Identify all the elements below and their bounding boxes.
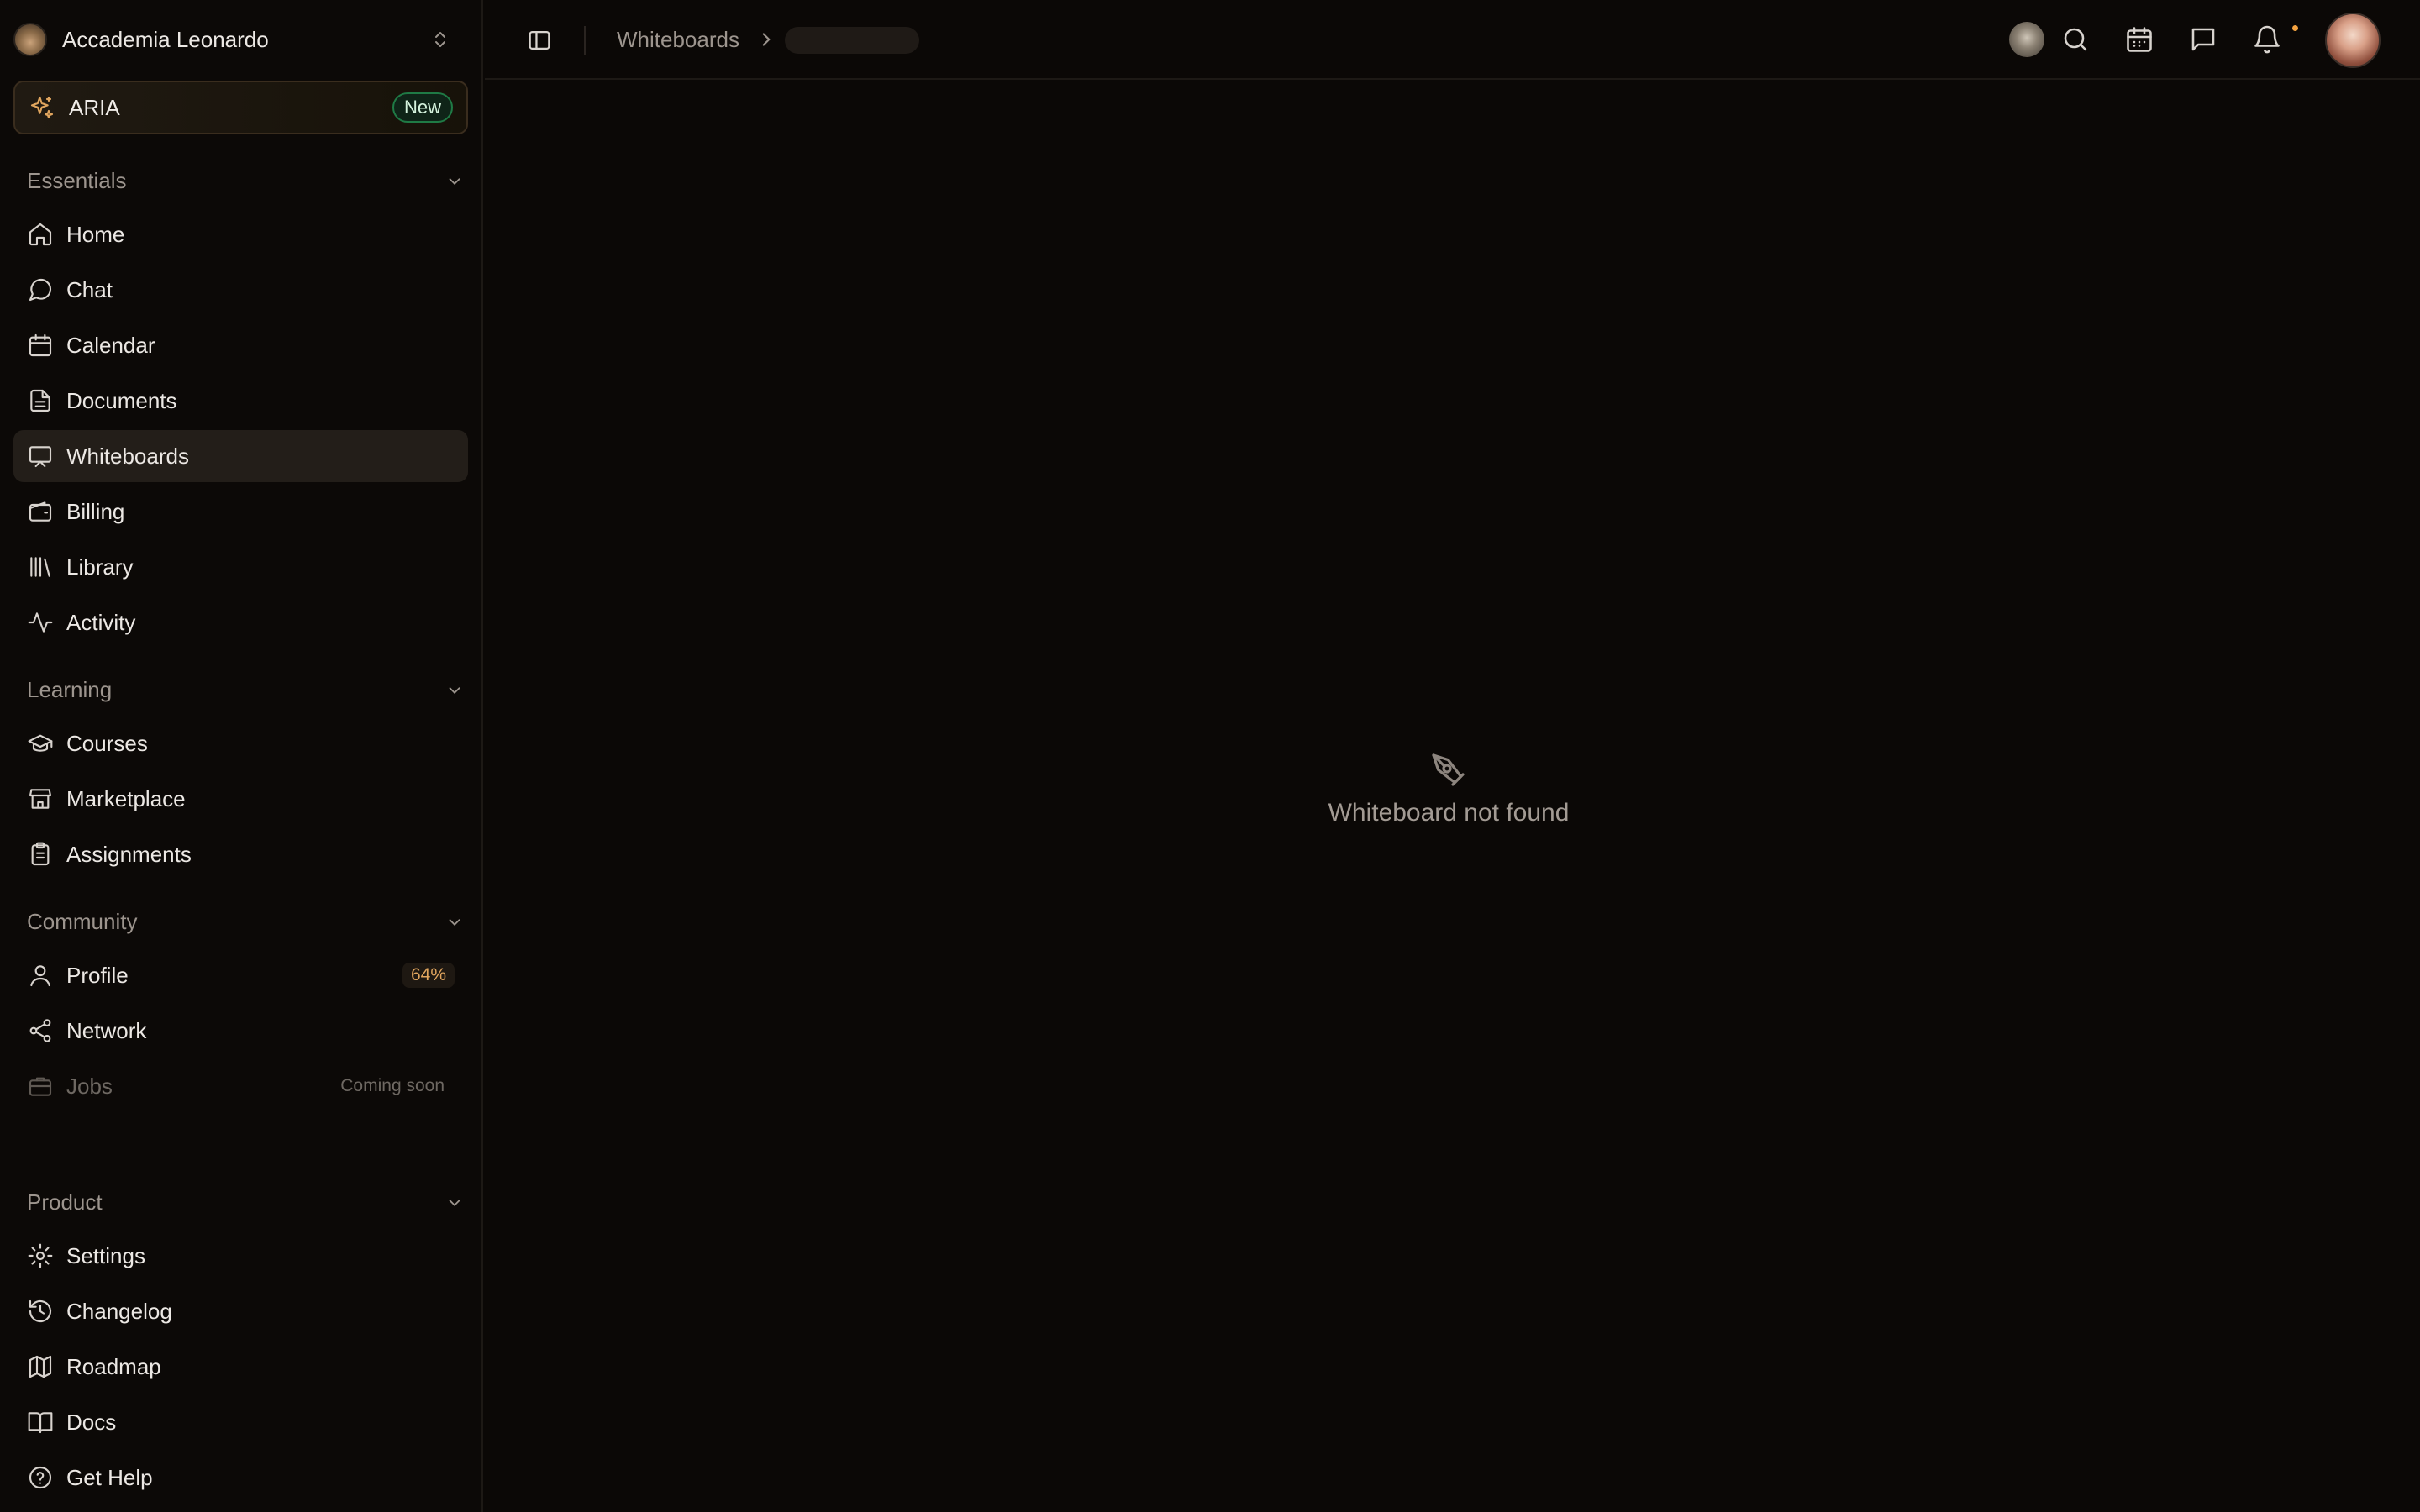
sidebar-item-label: Billing xyxy=(66,498,125,524)
sidebar-item-marketplace[interactable]: Marketplace xyxy=(13,773,468,825)
book-open-icon xyxy=(27,1409,54,1436)
sidebar-item-label: Activity xyxy=(66,609,136,635)
chevrons-up-down-icon[interactable] xyxy=(430,29,450,50)
map-icon xyxy=(27,1353,54,1380)
divider xyxy=(584,26,586,55)
profile-completion-badge: 64% xyxy=(402,963,455,988)
chevron-right-icon xyxy=(755,29,777,50)
sidebar-item-changelog[interactable]: Changelog xyxy=(13,1285,468,1337)
breadcrumb-whiteboards[interactable]: Whiteboards xyxy=(617,27,739,53)
sidebar-toggle-icon[interactable] xyxy=(525,26,554,55)
sidebar-item-label: Whiteboards xyxy=(66,443,189,469)
sidebar-item-label: Home xyxy=(66,221,125,247)
empty-message: Whiteboard not found xyxy=(1328,799,1570,827)
sidebar-item-label: Get Help xyxy=(66,1464,153,1490)
sidebar-item-jobs: Jobs Coming soon xyxy=(13,1060,468,1112)
history-icon xyxy=(27,1298,54,1325)
search-icon[interactable] xyxy=(2060,24,2091,55)
sidebar-item-label: Chat xyxy=(66,276,113,302)
home-icon xyxy=(27,221,54,248)
help-circle-icon xyxy=(27,1464,54,1491)
share-icon xyxy=(27,1017,54,1044)
section-product[interactable]: Product xyxy=(27,1185,464,1219)
sidebar-item-label: Settings xyxy=(66,1242,145,1268)
graduation-cap-icon xyxy=(27,730,54,757)
org-switcher[interactable]: Accademia Leonardo xyxy=(13,13,450,66)
sidebar-item-profile[interactable]: Profile 64% xyxy=(13,949,468,1001)
sidebar-item-label: Documents xyxy=(66,387,177,413)
sidebar-item-label: Marketplace xyxy=(66,785,186,811)
sidebar-item-assignments[interactable]: Assignments xyxy=(13,828,468,880)
sidebar-item-courses[interactable]: Courses xyxy=(13,717,468,769)
topbar: Whiteboards xyxy=(485,0,2420,80)
chevron-down-icon xyxy=(445,1194,464,1212)
file-text-icon xyxy=(27,387,54,414)
sidebar-item-library[interactable]: Library xyxy=(13,541,468,593)
section-essentials[interactable]: Essentials xyxy=(27,164,464,197)
new-badge: New xyxy=(392,92,453,123)
section-community[interactable]: Community xyxy=(27,905,464,938)
sidebar-item-label: Courses xyxy=(66,730,148,756)
chat-icon[interactable] xyxy=(2188,24,2218,55)
activity-icon xyxy=(27,609,54,636)
sidebar-item-home[interactable]: Home xyxy=(13,208,468,260)
sidebar-item-label: Roadmap xyxy=(66,1353,161,1379)
sidebar-item-roadmap[interactable]: Roadmap xyxy=(13,1341,468,1393)
mascot-avatar[interactable] xyxy=(2009,22,2044,57)
org-logo xyxy=(13,23,47,56)
briefcase-icon xyxy=(27,1073,54,1100)
chevron-down-icon xyxy=(445,681,464,700)
presentation-icon xyxy=(27,443,54,470)
section-label: Product xyxy=(27,1189,103,1215)
wallet-icon xyxy=(27,498,54,525)
sidebar-item-whiteboards[interactable]: Whiteboards xyxy=(13,430,468,482)
section-label: Essentials xyxy=(27,167,127,193)
sidebar-item-label: Jobs xyxy=(66,1073,113,1099)
sidebar-item-settings[interactable]: Settings xyxy=(13,1230,468,1282)
aria-label: ARIA xyxy=(69,94,120,120)
calendar-icon xyxy=(27,332,54,359)
sidebar-item-label: Docs xyxy=(66,1409,117,1435)
section-learning[interactable]: Learning xyxy=(27,673,464,706)
sidebar-item-activity[interactable]: Activity xyxy=(13,596,468,648)
chevron-down-icon xyxy=(445,172,464,191)
sidebar-item-calendar[interactable]: Calendar xyxy=(13,319,468,371)
clipboard-list-icon xyxy=(27,841,54,868)
sidebar-item-label: Assignments xyxy=(66,841,192,867)
sidebar-item-documents[interactable]: Documents xyxy=(13,375,468,427)
sidebar-item-label: Profile xyxy=(66,962,129,988)
aria-button[interactable]: ARIA New xyxy=(13,81,468,134)
chevron-down-icon xyxy=(445,913,464,932)
sidebar-item-chat[interactable]: Chat xyxy=(13,264,468,316)
section-label: Community xyxy=(27,908,138,934)
library-icon xyxy=(27,554,54,580)
gear-icon xyxy=(27,1242,54,1269)
user-avatar[interactable] xyxy=(2325,13,2381,68)
user-icon xyxy=(27,962,54,989)
sidebar-item-label: Library xyxy=(66,554,134,580)
sidebar-item-network[interactable]: Network xyxy=(13,1005,468,1057)
sidebar: Accademia Leonardo ARIA New Essentials H… xyxy=(0,0,483,1512)
pen-tool-icon xyxy=(1428,750,1469,790)
coming-soon-label: Coming soon xyxy=(340,1076,445,1095)
sidebar-item-label: Changelog xyxy=(66,1298,172,1324)
org-name: Accademia Leonardo xyxy=(62,26,269,52)
bell-icon[interactable] xyxy=(2252,24,2282,55)
calendar-icon[interactable] xyxy=(2124,24,2154,55)
sidebar-item-docs[interactable]: Docs xyxy=(13,1396,468,1448)
sidebar-item-get-help[interactable]: Get Help xyxy=(13,1452,468,1504)
breadcrumb-loading-skeleton xyxy=(785,27,919,54)
sidebar-item-billing[interactable]: Billing xyxy=(13,486,468,538)
section-label: Learning xyxy=(27,676,113,702)
notification-dot xyxy=(2291,24,2300,33)
message-circle-icon xyxy=(27,276,54,303)
sidebar-item-label: Calendar xyxy=(66,332,155,358)
sidebar-item-label: Network xyxy=(66,1017,147,1043)
empty-state: Whiteboard not found xyxy=(1197,750,1701,851)
sparkles-icon xyxy=(29,94,55,121)
store-icon xyxy=(27,785,54,812)
